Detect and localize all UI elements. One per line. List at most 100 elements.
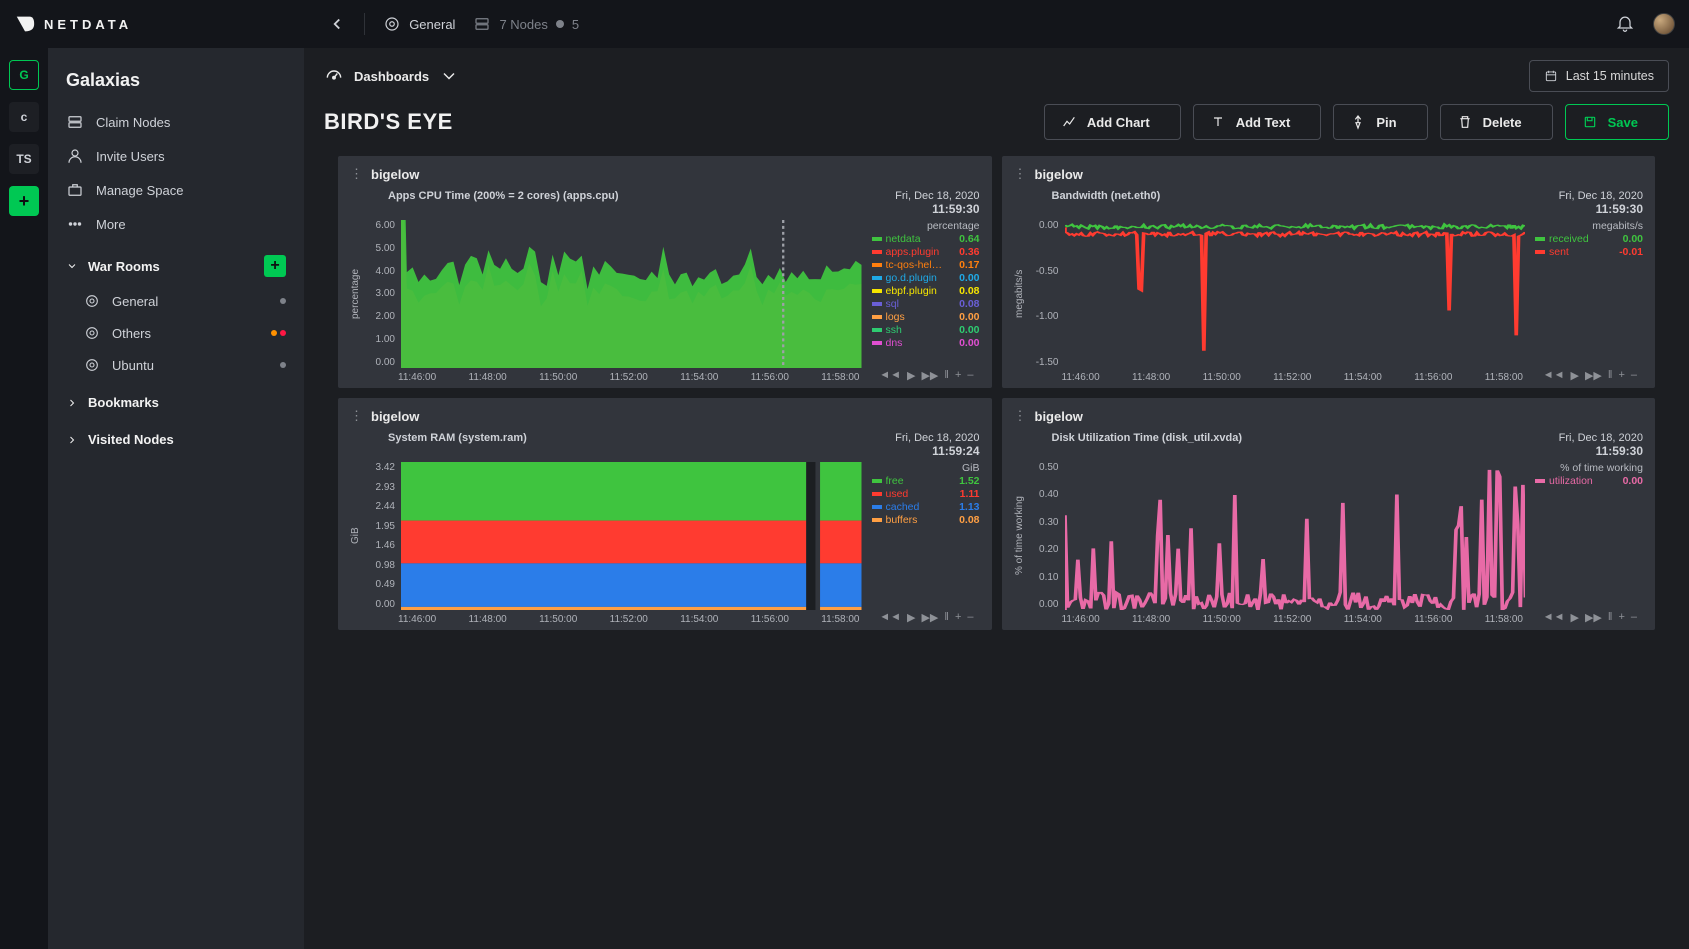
btn-label: Delete	[1483, 115, 1522, 130]
btn-label: Pin	[1376, 115, 1396, 130]
save-button[interactable]: Save	[1565, 104, 1669, 140]
chart-control[interactable]: +	[1618, 369, 1624, 382]
room-ubuntu[interactable]: Ubuntu	[48, 349, 304, 381]
legend-unit: % of time working	[1531, 462, 1643, 474]
collapse-sidebar-icon[interactable]	[328, 15, 346, 33]
room-general[interactable]: General	[48, 285, 304, 317]
current-room[interactable]: General	[383, 15, 455, 33]
chart-control[interactable]: ▶▶	[1585, 611, 1602, 624]
sidebar-claim-nodes[interactable]: Claim Nodes	[48, 105, 304, 139]
delete-button[interactable]: Delete	[1440, 104, 1553, 140]
chart-node-name: bigelow	[1035, 167, 1083, 182]
add-chart-button[interactable]: Add Chart	[1044, 104, 1181, 140]
x-tick: 11:54:00	[1344, 614, 1382, 625]
chart-control[interactable]: ‖	[1608, 611, 1613, 624]
chart-control[interactable]: –	[967, 369, 973, 382]
workspace-c[interactable]: c	[9, 102, 39, 132]
chart-control[interactable]: ‖	[944, 369, 949, 382]
visited-nodes-section[interactable]: Visited Nodes	[48, 418, 304, 455]
y-tick: 2.44	[367, 501, 395, 512]
drag-handle-icon[interactable]: ⋮	[350, 408, 363, 424]
text-icon	[1210, 114, 1226, 130]
drag-handle-icon[interactable]: ⋮	[1014, 166, 1027, 182]
x-tick: 11:46:00	[1062, 372, 1100, 383]
chart-control[interactable]: +	[1618, 611, 1624, 624]
nodes-counter[interactable]: 7 Nodes 5	[473, 15, 579, 33]
y-ticks: 6.005.004.003.002.001.000.00	[367, 220, 395, 368]
chart-control[interactable]: ◄◄	[879, 611, 901, 624]
x-tick: 11:56:00	[1414, 372, 1452, 383]
page-title: BIRD'S EYE	[324, 109, 453, 135]
x-tick: 11:54:00	[680, 372, 718, 383]
legend-swatch	[872, 492, 882, 496]
calendar-icon	[1544, 69, 1558, 83]
sidebar-invite-users[interactable]: Invite Users	[48, 139, 304, 173]
pin-button[interactable]: Pin	[1333, 104, 1427, 140]
add-text-button[interactable]: Add Text	[1193, 104, 1322, 140]
chart-control[interactable]: ◄◄	[1543, 611, 1565, 624]
chart-control[interactable]: ▶	[1571, 611, 1579, 624]
y-tick: 4.00	[367, 266, 395, 277]
chart-control[interactable]: ‖	[1608, 369, 1613, 382]
chart-control[interactable]: ▶	[907, 369, 915, 382]
legend-row: go.d.plugin 0.00	[868, 272, 980, 284]
chart-control[interactable]: +	[955, 369, 961, 382]
chart-control[interactable]: ‖	[944, 611, 949, 624]
x-tick: 11:56:00	[1414, 614, 1452, 625]
x-tick: 11:48:00	[469, 614, 507, 625]
chart-title: Disk Utilization Time (disk_util.xvda)	[1052, 432, 1243, 444]
drag-handle-icon[interactable]: ⋮	[350, 166, 363, 182]
save-icon	[1582, 114, 1598, 130]
bookmarks-section[interactable]: Bookmarks	[48, 381, 304, 418]
war-rooms-section[interactable]: War Rooms +	[48, 241, 304, 285]
nodes-label: 7 Nodes	[499, 17, 547, 32]
sidebar: Galaxias Claim Nodes Invite Users Manage…	[48, 48, 304, 949]
timestamp-time: 11:59:30	[1559, 444, 1643, 458]
legend-row: dns 0.00	[868, 337, 980, 349]
chart-control[interactable]: –	[967, 611, 973, 624]
room-status-dots	[280, 362, 286, 368]
visited-nodes-label: Visited Nodes	[88, 432, 174, 447]
chart-control[interactable]: –	[1631, 369, 1637, 382]
chart-plot[interactable]	[401, 462, 862, 610]
chart-control[interactable]: ◄◄	[879, 369, 901, 382]
sidebar-more[interactable]: More	[48, 207, 304, 241]
add-workspace-button[interactable]: +	[9, 186, 39, 216]
y-tick: 1.46	[367, 540, 395, 551]
legend-label: netdata	[886, 233, 946, 245]
chart-plot[interactable]	[1065, 220, 1526, 368]
workspace-ts[interactable]: TS	[9, 144, 39, 174]
room-others[interactable]: Others	[48, 317, 304, 349]
legend-label: logs	[886, 311, 946, 323]
legend-label: received	[1549, 233, 1609, 245]
chart-control[interactable]: ▶▶	[921, 611, 938, 624]
dashboards-dropdown[interactable]: Dashboards	[324, 66, 459, 86]
chart-plot[interactable]	[1065, 462, 1526, 610]
drag-handle-icon[interactable]: ⋮	[1014, 408, 1027, 424]
chart-title: System RAM (system.ram)	[388, 432, 527, 444]
sidebar-manage-space[interactable]: Manage Space	[48, 173, 304, 207]
legend-value: 1.13	[950, 501, 980, 513]
user-avatar[interactable]	[1653, 13, 1675, 35]
chart-control[interactable]: ▶▶	[921, 369, 938, 382]
chart-plot[interactable]	[401, 220, 862, 368]
chart-control[interactable]: ▶▶	[1585, 369, 1602, 382]
chart-control[interactable]: –	[1631, 611, 1637, 624]
brand-logo[interactable]: NETDATA	[14, 13, 132, 35]
chart-control[interactable]: ▶	[1571, 369, 1579, 382]
legend-row: buffers 0.08	[868, 514, 980, 526]
chart-control[interactable]: ◄◄	[1543, 369, 1565, 382]
chart-control[interactable]: ▶	[907, 611, 915, 624]
chart-legend: percentage netdata 0.64 apps.plugin 0.36…	[868, 220, 980, 368]
add-room-button[interactable]: +	[264, 255, 286, 277]
x-tick: 11:52:00	[1273, 614, 1311, 625]
legend-value: 0.00	[950, 324, 980, 336]
chevron-down-icon	[66, 260, 78, 272]
workspace-g[interactable]: G	[9, 60, 39, 90]
chart-control[interactable]: +	[955, 611, 961, 624]
timeframe-picker[interactable]: Last 15 minutes	[1529, 60, 1669, 92]
notifications-button[interactable]	[1615, 13, 1635, 36]
room-label: Others	[112, 326, 151, 341]
legend-value: 0.08	[950, 285, 980, 297]
x-tick: 11:58:00	[1485, 372, 1523, 383]
